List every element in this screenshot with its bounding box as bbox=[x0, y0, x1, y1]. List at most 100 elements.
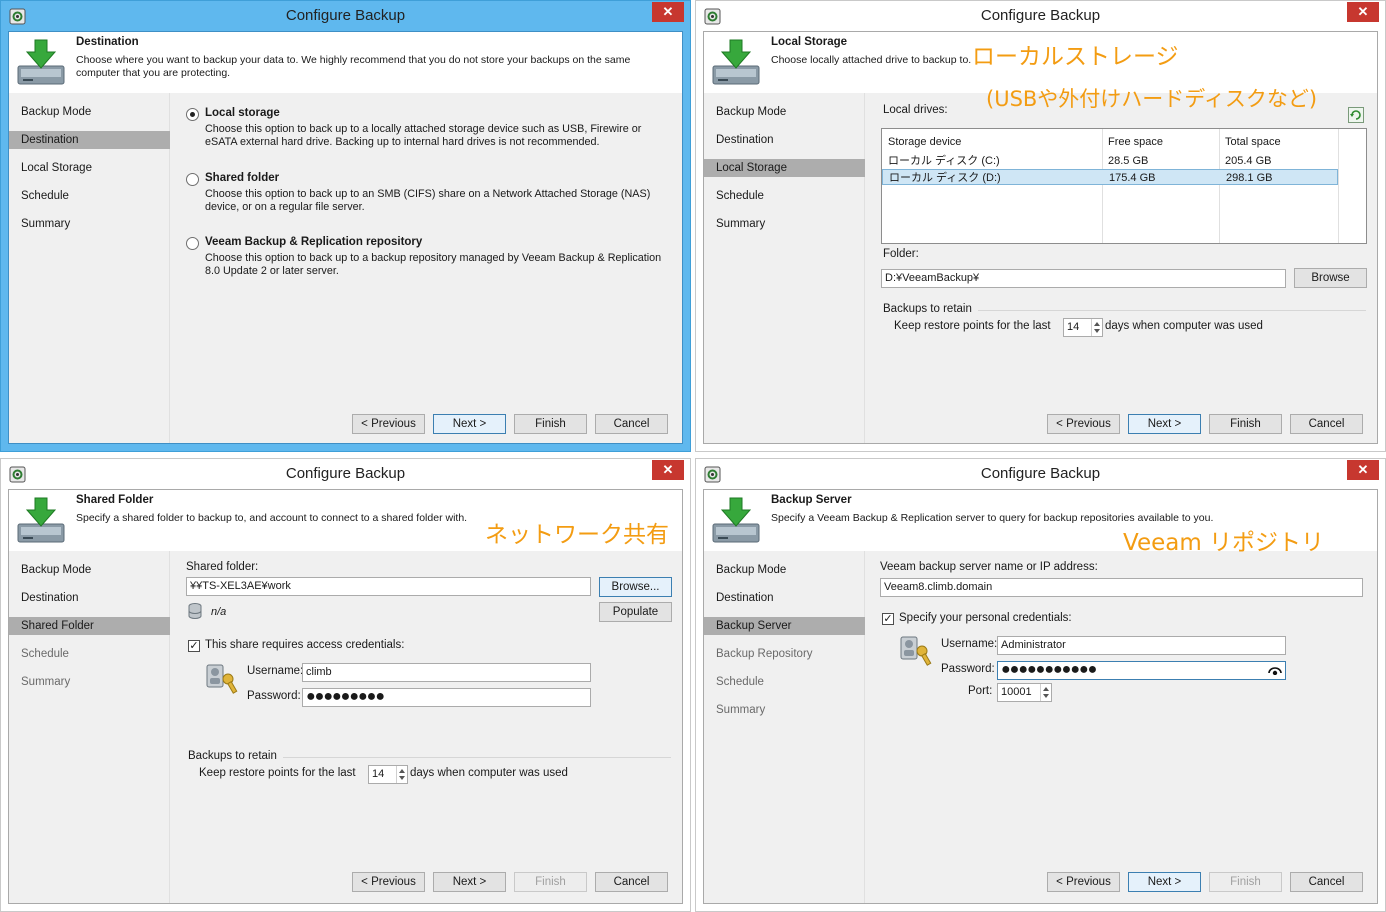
close-button[interactable]: ✕ bbox=[1347, 460, 1379, 480]
step-title: Destination bbox=[76, 36, 139, 48]
step-title: Shared Folder bbox=[76, 494, 154, 506]
previous-button[interactable]: < Previous bbox=[1047, 872, 1120, 892]
step-destination[interactable]: Destination bbox=[9, 131, 170, 149]
step-title: Backup Server bbox=[771, 494, 852, 506]
browse-button[interactable]: Browse bbox=[1294, 268, 1367, 288]
column-free-space[interactable]: Free space bbox=[1102, 133, 1163, 151]
cancel-button[interactable]: Cancel bbox=[1290, 872, 1363, 892]
next-button[interactable]: Next > bbox=[1128, 414, 1201, 434]
column-storage-device[interactable]: Storage device bbox=[882, 133, 961, 151]
password-input[interactable]: ●●●●●●●●●●● bbox=[997, 661, 1286, 680]
next-button[interactable]: Next > bbox=[1128, 872, 1201, 892]
spin-arrows-icon[interactable] bbox=[1091, 319, 1102, 336]
populate-button[interactable]: Populate bbox=[599, 602, 672, 622]
step-backup-repository[interactable]: Backup Repository bbox=[704, 645, 865, 663]
step-destination[interactable]: Destination bbox=[704, 589, 865, 607]
finish-button[interactable]: Finish bbox=[514, 414, 587, 434]
username-input[interactable]: Administrator bbox=[997, 636, 1286, 655]
wizard-steps: Backup Mode Destination Local Storage Sc… bbox=[9, 93, 170, 443]
title-bar[interactable]: Configure Backup ✕ bbox=[696, 459, 1385, 490]
drive-download-icon bbox=[15, 496, 67, 546]
finish-button[interactable]: Finish bbox=[1209, 414, 1282, 434]
browse-button[interactable]: Browse... bbox=[599, 577, 672, 597]
server-input[interactable]: Veeam8.climb.domain bbox=[880, 578, 1363, 597]
window-local-storage: Configure Backup ✕ Local Storage Choose … bbox=[695, 0, 1386, 452]
drives-table[interactable]: Storage device Free space Total space ロー… bbox=[881, 128, 1367, 244]
port-stepper[interactable]: 10001 bbox=[997, 683, 1052, 702]
personal-credentials-checkbox[interactable]: ✓ bbox=[882, 613, 894, 625]
retain-prefix: Keep restore points for the last bbox=[894, 320, 1051, 332]
password-input[interactable]: ●●●●●●●●● bbox=[302, 688, 591, 707]
title-bar[interactable]: Configure Backup ✕ bbox=[696, 1, 1385, 32]
requires-credentials-checkbox[interactable]: ✓ bbox=[188, 640, 200, 652]
next-button[interactable]: Next > bbox=[433, 414, 506, 434]
show-password-eye-icon[interactable] bbox=[1268, 665, 1282, 675]
cancel-button[interactable]: Cancel bbox=[595, 414, 668, 434]
previous-button[interactable]: < Previous bbox=[352, 414, 425, 434]
step-destination[interactable]: Destination bbox=[704, 131, 865, 149]
step-backup-mode[interactable]: Backup Mode bbox=[9, 103, 170, 121]
step-summary[interactable]: Summary bbox=[9, 673, 170, 691]
step-schedule[interactable]: Schedule bbox=[704, 673, 865, 691]
requires-credentials-label[interactable]: This share requires access credentials: bbox=[205, 639, 404, 651]
retain-points-stepper[interactable]: 14 bbox=[368, 765, 408, 784]
local-storage-option[interactable]: Local storage bbox=[205, 107, 280, 119]
table-row[interactable]: ローカル ディスク (C:) 28.5 GB 205.4 GB bbox=[882, 153, 1366, 169]
shared-folder-radio[interactable] bbox=[186, 173, 199, 186]
step-schedule[interactable]: Schedule bbox=[9, 187, 170, 205]
repository-desc: Choose this option to back up to a backu… bbox=[205, 252, 662, 277]
window-title: Configure Backup bbox=[980, 465, 1101, 482]
local-storage-radio[interactable] bbox=[186, 108, 199, 121]
cancel-button[interactable]: Cancel bbox=[1290, 414, 1363, 434]
step-schedule[interactable]: Schedule bbox=[9, 645, 170, 663]
wizard-client: Destination Choose where you want to bac… bbox=[8, 31, 683, 444]
next-button[interactable]: Next > bbox=[433, 872, 506, 892]
personal-credentials-label[interactable]: Specify your personal credentials: bbox=[899, 612, 1072, 624]
cancel-button[interactable]: Cancel bbox=[595, 872, 668, 892]
title-bar[interactable]: Configure Backup ✕ bbox=[1, 1, 690, 32]
user-key-icon bbox=[898, 631, 934, 667]
step-summary[interactable]: Summary bbox=[704, 701, 865, 719]
wizard-steps: Backup Mode Destination Local Storage Sc… bbox=[704, 93, 865, 443]
spin-arrows-icon[interactable] bbox=[396, 766, 407, 783]
wizard-steps: Backup Mode Destination Shared Folder Sc… bbox=[9, 551, 170, 903]
repository-option[interactable]: Veeam Backup & Replication repository bbox=[205, 236, 422, 248]
step-shared-folder[interactable]: Shared Folder bbox=[9, 617, 170, 635]
retain-prefix: Keep restore points for the last bbox=[199, 767, 356, 779]
annotation-local-storage: ローカルストレージ bbox=[972, 44, 1179, 70]
title-bar[interactable]: Configure Backup ✕ bbox=[1, 459, 690, 490]
close-button[interactable]: ✕ bbox=[652, 460, 684, 480]
step-summary[interactable]: Summary bbox=[704, 215, 865, 233]
retain-points-value: 14 bbox=[372, 768, 385, 780]
refresh-icon[interactable] bbox=[1348, 107, 1364, 123]
step-schedule[interactable]: Schedule bbox=[704, 187, 865, 205]
finish-button[interactable]: Finish bbox=[514, 872, 587, 892]
column-total-space[interactable]: Total space bbox=[1219, 133, 1281, 151]
shared-folder-input[interactable]: ¥¥TS-XEL3AE¥work bbox=[186, 577, 591, 596]
repository-radio[interactable] bbox=[186, 237, 199, 250]
finish-button[interactable]: Finish bbox=[1209, 872, 1282, 892]
retain-points-stepper[interactable]: 14 bbox=[1063, 318, 1103, 337]
destination-options: Local storage Choose this option to back… bbox=[171, 93, 682, 443]
step-backup-mode[interactable]: Backup Mode bbox=[9, 561, 170, 579]
shared-folder-option[interactable]: Shared folder bbox=[205, 172, 279, 184]
step-backup-server[interactable]: Backup Server bbox=[704, 617, 865, 635]
window-title: Configure Backup bbox=[285, 465, 406, 482]
username-input[interactable]: climb bbox=[302, 663, 591, 682]
close-button[interactable]: ✕ bbox=[652, 2, 684, 22]
step-local-storage[interactable]: Local Storage bbox=[9, 159, 170, 177]
step-backup-mode[interactable]: Backup Mode bbox=[704, 103, 865, 121]
spin-arrows-icon[interactable] bbox=[1040, 684, 1051, 701]
previous-button[interactable]: < Previous bbox=[1047, 414, 1120, 434]
close-button[interactable]: ✕ bbox=[1347, 2, 1379, 22]
folder-input[interactable]: D:¥VeeamBackup¥ bbox=[881, 269, 1286, 288]
step-backup-mode[interactable]: Backup Mode bbox=[704, 561, 865, 579]
group-divider bbox=[978, 310, 1366, 311]
previous-button[interactable]: < Previous bbox=[352, 872, 425, 892]
step-summary[interactable]: Summary bbox=[9, 215, 170, 233]
step-destination[interactable]: Destination bbox=[9, 589, 170, 607]
local-storage-content: Local drives: Storage device Free space … bbox=[866, 93, 1377, 443]
annotation-usb-external: (USBや外付けハードディスクなど) bbox=[986, 87, 1318, 111]
table-row[interactable]: ローカル ディスク (D:) 175.4 GB 298.1 GB bbox=[882, 169, 1338, 185]
step-local-storage[interactable]: Local Storage bbox=[704, 159, 865, 177]
